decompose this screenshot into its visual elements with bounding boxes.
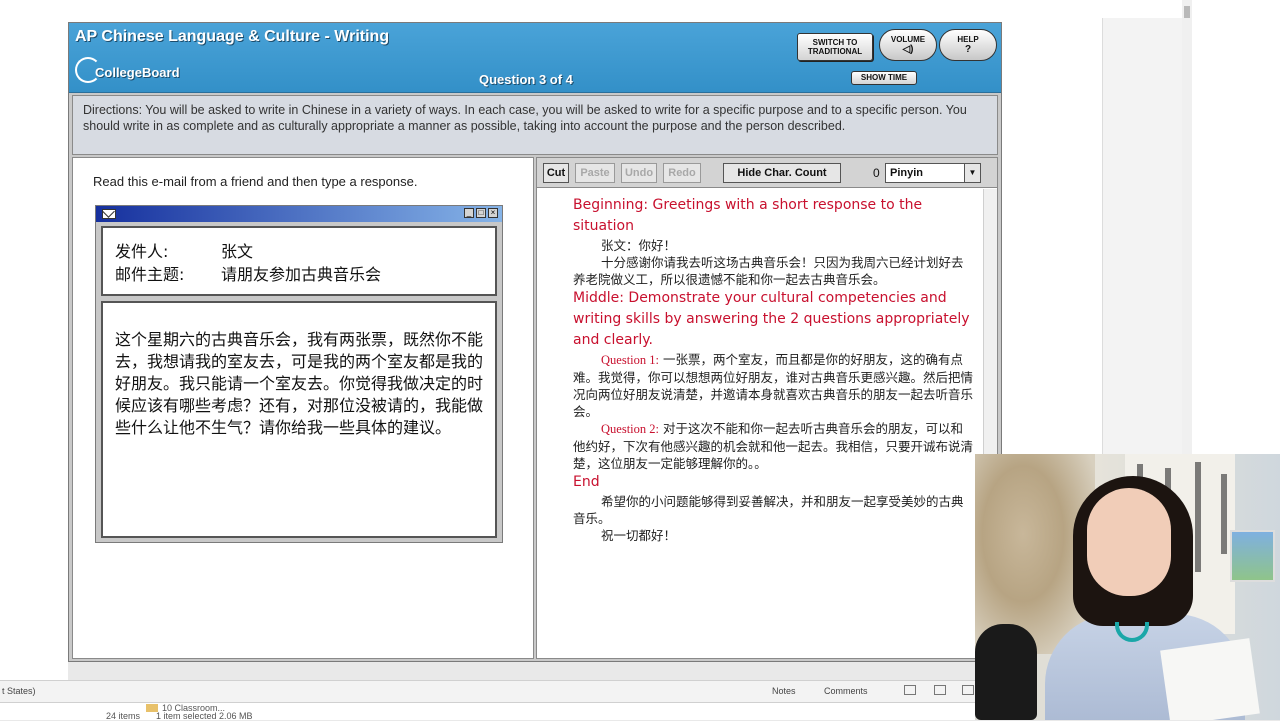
directions-text: Directions: You will be asked to write i… — [72, 95, 998, 155]
minimize-icon: _ — [464, 208, 474, 218]
undo-button[interactable]: Undo — [621, 163, 657, 183]
end-heading: End — [573, 474, 600, 490]
exam-window: AP Chinese Language & Culture - Writing … — [68, 22, 1002, 662]
exam-header: AP Chinese Language & Culture - Writing … — [69, 23, 1001, 93]
email-titlebar: _ □ × — [96, 206, 502, 222]
switch-to-traditional-button[interactable]: SWITCH TO TRADITIONAL — [797, 33, 873, 61]
explorer-status-bar: 24 items 10 Classroom... 1 item selected… — [0, 702, 975, 721]
collegeboard-logo: CollegeBoard — [75, 57, 205, 87]
chevron-down-icon[interactable]: ▼ — [964, 164, 980, 182]
opening-paragraph: 十分感谢你请我去听这场古典音乐会！只因为我周六已经计划好去养老院做义工，所以很遗… — [573, 255, 964, 287]
close-icon: × — [488, 208, 498, 218]
email-header: 发件人: 张文 邮件主题: 请朋友参加古典音乐会 — [101, 226, 497, 296]
exam-title: AP Chinese Language & Culture - Writing — [75, 28, 390, 45]
status-language: t States) — [2, 686, 36, 696]
collegeboard-logo-text: CollegeBoard — [95, 65, 180, 80]
email-body: 这个星期六的古典音乐会，我有两张票，既然你不能去，我想请我的室友去，可是我的两个… — [101, 301, 497, 538]
help-button-label: HELP — [957, 35, 979, 44]
greeting-line: 张文：你好！ — [601, 238, 677, 253]
reading-view-icon[interactable] — [962, 685, 974, 695]
host-scrollbar[interactable] — [1182, 0, 1192, 460]
question-1-label: Question 1: — [601, 353, 659, 367]
email-window: _ □ × 发件人: 张文 邮件主题: 请朋友参加古典音乐会 这个星期六的古典音乐会… — [95, 205, 503, 543]
slide-sorter-icon[interactable] — [934, 685, 946, 695]
input-method-value: Pinyin — [890, 167, 924, 179]
paste-button[interactable]: Paste — [575, 163, 615, 183]
question-counter: Question 3 of 4 — [479, 72, 573, 87]
window-controls: _ □ × — [464, 208, 498, 218]
email-sender-label: 发件人: — [115, 242, 169, 261]
volume-button-label: VOLUME — [890, 35, 926, 44]
prompt-panel: Read this e-mail from a friend and then … — [72, 157, 534, 659]
hide-char-count-button[interactable]: Hide Char. Count — [723, 163, 841, 183]
editor-toolbar: Cut Paste Undo Redo Hide Char. Count 0 P… — [537, 158, 997, 188]
closing-paragraph: 希望你的小问题能够得到妥善解决，并和朋友一起享受美妙的古典音乐。 — [573, 494, 964, 526]
prompt-instruction: Read this e-mail from a friend and then … — [93, 174, 418, 189]
host-status-bar: t States) Notes Comments — [0, 680, 975, 702]
redo-button[interactable]: Redo — [663, 163, 701, 183]
middle-heading: Middle: Demonstrate your cultural compet… — [573, 290, 970, 348]
comments-button[interactable]: Comments — [824, 686, 868, 696]
email-subject-label: 邮件主题: — [115, 265, 185, 284]
maximize-icon: □ — [476, 208, 486, 218]
question-1-answer: Question 1: 一张票，两个室友，而且都是你的好朋友，这的确有点难。我觉… — [573, 351, 973, 420]
webcam-paper — [1160, 638, 1260, 720]
email-sender: 张文 — [221, 242, 254, 261]
speaker-icon: ◁) — [902, 44, 914, 55]
webcam-framed-picture — [1230, 530, 1275, 582]
cut-button[interactable]: Cut — [543, 163, 569, 183]
envelope-icon — [102, 209, 116, 219]
microphone — [975, 624, 1037, 720]
question-mark-icon: ? — [964, 44, 972, 55]
input-method-select[interactable]: Pinyin ▼ — [885, 163, 981, 183]
webcam-person-face — [1087, 488, 1171, 596]
question-2-label: Question 2: — [601, 422, 659, 436]
volume-button[interactable]: VOLUME ◁) — [879, 29, 937, 61]
email-sender-row: 发件人: 张文 — [115, 238, 253, 262]
response-panel: Cut Paste Undo Redo Hide Char. Count 0 P… — [536, 157, 998, 659]
host-left-margin — [0, 0, 68, 680]
signoff-line: 祝一切都好！ — [601, 528, 677, 543]
email-subject-row: 邮件主题: 请朋友参加古典音乐会 — [115, 261, 381, 285]
char-count: 0 — [873, 166, 880, 180]
help-button[interactable]: HELP ? — [939, 29, 997, 61]
webcam-overlay — [975, 454, 1280, 720]
beginning-heading: Beginning: Greetings with a short respon… — [573, 197, 923, 234]
host-scrollbar-thumb[interactable] — [1184, 6, 1190, 18]
notes-button[interactable]: Notes — [772, 686, 796, 696]
normal-view-icon[interactable] — [904, 685, 916, 695]
response-editor[interactable]: Beginning: Greetings with a short respon… — [537, 189, 983, 658]
question-2-answer: Question 2: 对于这次不能和你一起去听古典音乐会的朋友，可以和他约好，… — [573, 420, 973, 472]
email-subject: 请朋友参加古典音乐会 — [221, 265, 382, 284]
show-time-button[interactable]: SHOW TIME — [851, 71, 917, 85]
